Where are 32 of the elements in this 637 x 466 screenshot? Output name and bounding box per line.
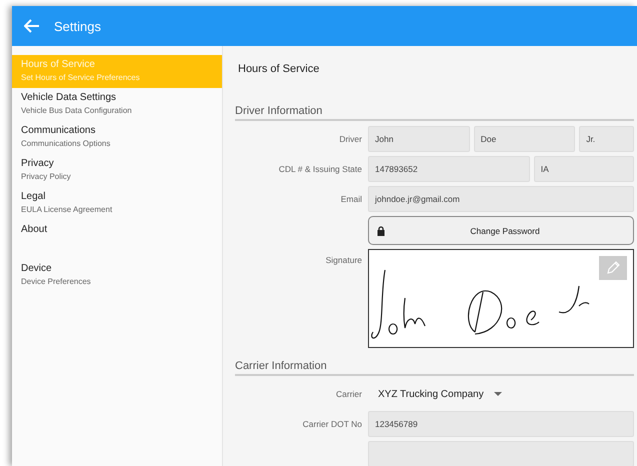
signature-pad[interactable] [368, 249, 634, 348]
change-password-button[interactable]: Change Password [368, 216, 634, 245]
sidebar-item[interactable]: Vehicle Data Settings Vehicle Bus Data Configuration [12, 88, 222, 121]
input-field[interactable]: Jr. [579, 126, 634, 152]
input-field[interactable]: 147893652 [368, 156, 530, 182]
section-heading: Carrier Information [235, 360, 634, 376]
input-field[interactable]: 123456789 [368, 411, 634, 437]
input-field[interactable]: John [368, 126, 470, 152]
input-field[interactable]: IA [534, 156, 634, 182]
field-label: CDL # & Issuing State [278, 164, 362, 174]
section-heading: Driver Information [235, 105, 634, 121]
field-label: Carrier DOT No [302, 419, 362, 429]
input-field[interactable]: Doe [474, 126, 576, 152]
back-arrow-icon[interactable] [24, 19, 40, 33]
edit-pencil-button[interactable] [599, 256, 627, 280]
field-label: Carrier [336, 389, 362, 399]
input-field[interactable]: johndoe.jr@gmail.com [368, 186, 634, 212]
sidebar-item[interactable]: Communications Communications Options [12, 121, 222, 154]
lock-icon [377, 226, 385, 236]
sidebar-item[interactable]: Privacy Privacy Policy [12, 154, 222, 187]
field-label: Driver [339, 134, 362, 144]
pencil-icon [605, 260, 621, 276]
field-label: Email [340, 194, 362, 204]
sidebar-item[interactable]: About [12, 220, 222, 259]
input-field[interactable] [368, 441, 634, 466]
sidebar-item[interactable]: Legal EULA License Agreement [12, 187, 222, 220]
dropdown-caret-icon [494, 392, 502, 396]
sidebar-item[interactable]: Device Device Preferences [12, 259, 222, 292]
app-title: Settings [54, 18, 101, 34]
field-label: Signature [326, 255, 362, 265]
page-title: Hours of Service [238, 63, 320, 77]
carrier-dropdown[interactable]: XYZ Trucking Company [368, 381, 502, 407]
